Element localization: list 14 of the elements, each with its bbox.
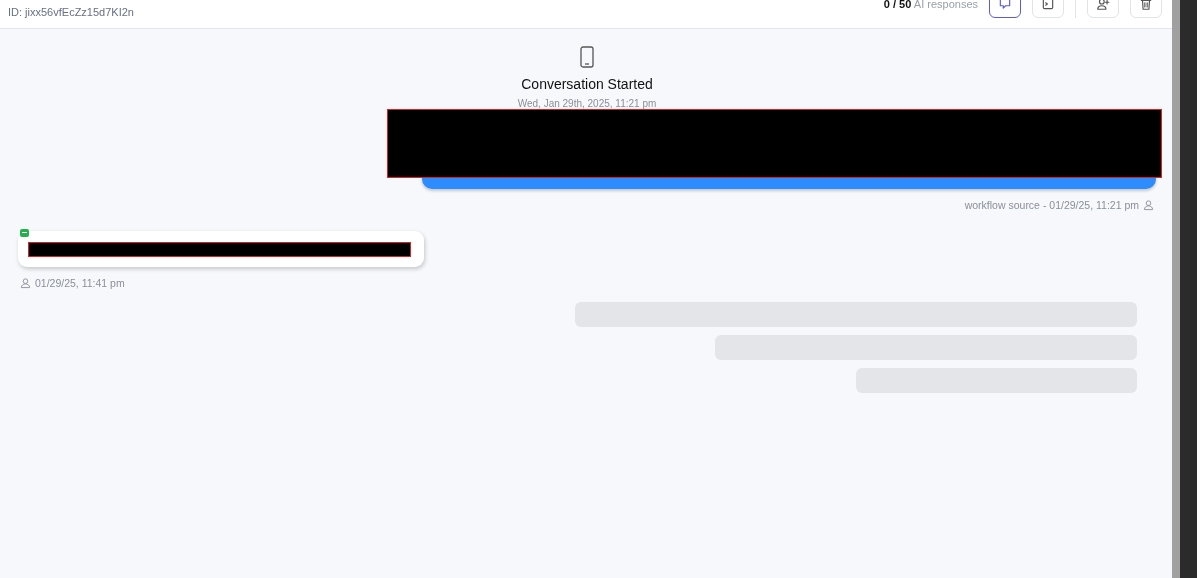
scrollbar[interactable] [1172, 0, 1197, 578]
terminal-icon [1041, 0, 1055, 11]
person-icon [1143, 199, 1154, 211]
message-meta: 01/29/25, 11:41 pm [35, 277, 125, 289]
message-meta: workflow source - 01/29/25, 11:21 pm [964, 199, 1139, 211]
phone-icon [580, 46, 594, 68]
person-icon [20, 277, 31, 289]
chat-icon [998, 0, 1012, 11]
conversation-start-time: Wed, Jan 29th, 2025, 11:21 pm [517, 98, 657, 109]
trash-icon [1139, 0, 1153, 11]
conversation-id: ID: jixx56vfEcZz15d7KI2n [8, 6, 134, 18]
conversation-started-title: Conversation Started [521, 76, 653, 92]
add-user-icon [1096, 0, 1110, 11]
ai-response-usage: 0 / 50 AI responses [883, 0, 978, 10]
